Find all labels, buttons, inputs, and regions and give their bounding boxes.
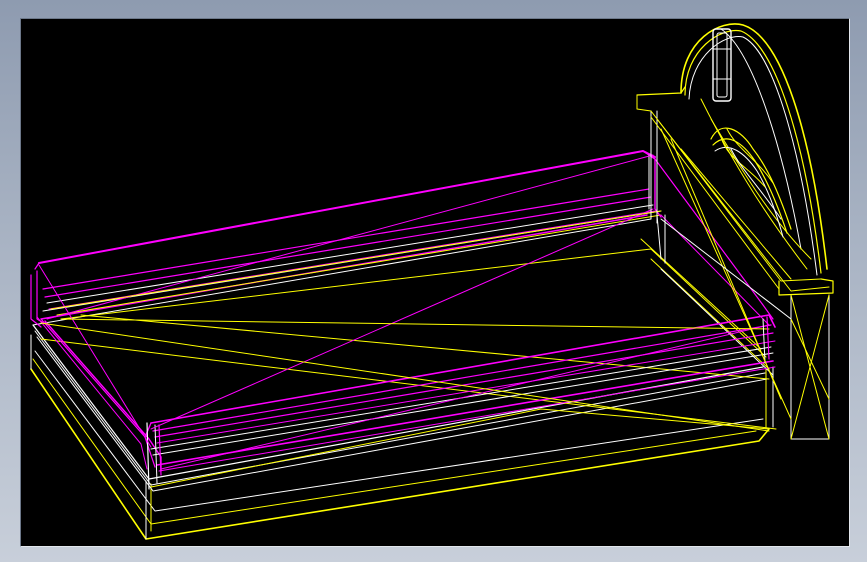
application-window-frame [0,0,867,562]
headboard-wireframe [636,23,834,440]
mattress-wireframe [30,150,776,490]
wireframe-canvas[interactable] [21,19,849,546]
cad-viewport[interactable] [20,18,850,547]
